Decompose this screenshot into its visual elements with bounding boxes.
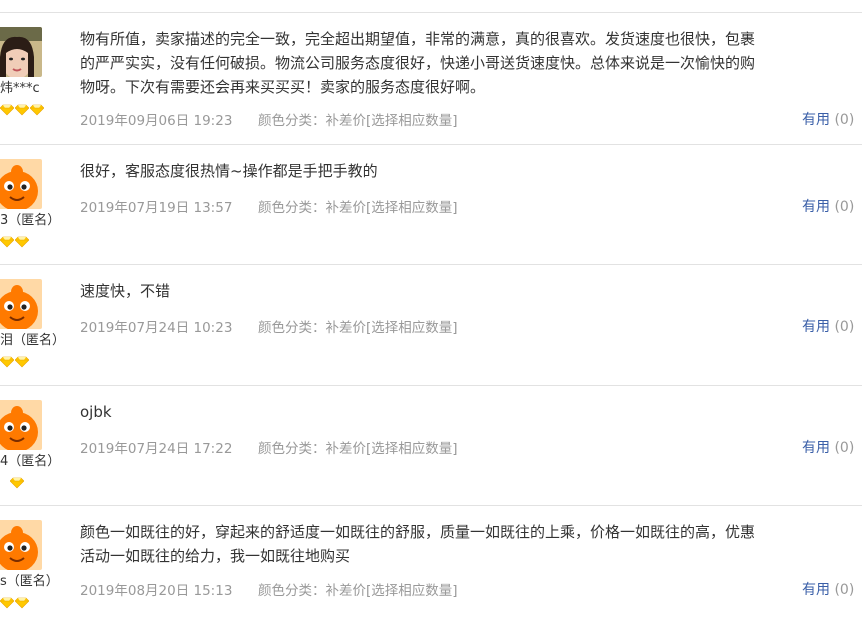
diamond-icon [30, 104, 44, 116]
useful-label: 有用 [802, 582, 830, 598]
diamond-icon [15, 356, 29, 368]
review-content: ojbk [80, 403, 112, 421]
review-content: 物有所值，卖家描述的完全一致，完全超出期望值，非常的满意，真的很喜欢。发货速度也… [80, 30, 756, 96]
diamond-icon [0, 597, 14, 609]
review-item: 泪（匿名） 速度快，不错 2019年07月24日 10:23 颜色分类：补差价[… [0, 264, 862, 384]
review-date: 2019年07月19日 13:57 [80, 200, 233, 216]
diamond-icon [15, 597, 29, 609]
reviewer-name: 3（匿名） [0, 213, 61, 228]
useful-vote-button[interactable]: 有用 (0) [802, 316, 854, 336]
review-item: 炜***c 物有所值，卖家描述的完全一致，完全超出期望值，非常的满意，真的很喜欢… [0, 12, 862, 132]
useful-vote-button[interactable]: 有用 (0) [802, 109, 854, 129]
useful-count: (0) [834, 440, 855, 456]
reviewer-name: s（匿名） [0, 574, 59, 589]
useful-label: 有用 [802, 440, 830, 456]
sku-info: 颜色分类：补差价[选择相应数量] [258, 200, 458, 216]
sku-info: 颜色分类：补差价[选择相应数量] [258, 320, 458, 336]
diamond-icon [0, 356, 14, 368]
user-avatar[interactable] [0, 520, 42, 570]
buyer-rank-diamonds [0, 356, 29, 368]
sku-info: 颜色分类：补差价[选择相应数量] [258, 583, 458, 599]
review-date: 2019年07月24日 10:23 [80, 320, 233, 336]
sku-info: 颜色分类：补差价[选择相应数量] [258, 441, 458, 457]
useful-count: (0) [834, 582, 855, 598]
sku-info: 颜色分类：补差价[选择相应数量] [258, 113, 458, 129]
user-avatar[interactable] [0, 279, 42, 329]
diamond-icon [10, 477, 24, 489]
reviewer-name: 4（匿名） [0, 454, 61, 469]
reviewer-name: 炜***c [0, 81, 40, 96]
user-avatar[interactable] [0, 159, 42, 209]
review-date: 2019年07月24日 17:22 [80, 441, 233, 457]
useful-count: (0) [834, 112, 855, 128]
review-date: 2019年08月20日 15:13 [80, 583, 233, 599]
user-avatar[interactable] [0, 27, 42, 77]
review-content: 速度快，不错 [80, 282, 171, 300]
diamond-icon [0, 236, 14, 248]
default-avatar-icon [0, 279, 42, 329]
default-avatar-icon [0, 520, 42, 570]
useful-label: 有用 [802, 319, 830, 335]
diamond-icon [15, 236, 29, 248]
default-avatar-icon [0, 159, 42, 209]
useful-vote-button[interactable]: 有用 (0) [802, 579, 854, 599]
buyer-rank-diamonds [0, 597, 29, 609]
useful-label: 有用 [802, 199, 830, 215]
useful-label: 有用 [802, 112, 830, 128]
useful-vote-button[interactable]: 有用 (0) [802, 437, 854, 457]
diamond-icon [0, 104, 14, 116]
review-item: s（匿名） 颜色一如既往的好，穿起来的舒适度一如既往的舒服，质量一如既往的上乘，… [0, 505, 862, 625]
buyer-rank-diamonds [10, 477, 24, 489]
useful-count: (0) [834, 199, 855, 215]
review-date: 2019年09月06日 19:23 [80, 113, 233, 129]
review-item: 4（匿名） ojbk 2019年07月24日 17:22 颜色分类：补差价[选择… [0, 385, 862, 505]
default-avatar-icon [0, 400, 42, 450]
useful-vote-button[interactable]: 有用 (0) [802, 196, 854, 216]
buyer-rank-diamonds [0, 104, 44, 116]
review-item: 3（匿名） 很好，客服态度很热情~操作都是手把手教的 2019年07月19日 1… [0, 144, 862, 264]
useful-count: (0) [834, 319, 855, 335]
reviewer-name: 泪（匿名） [0, 333, 66, 348]
review-content: 很好，客服态度很热情~操作都是手把手教的 [80, 162, 378, 180]
diamond-icon [15, 104, 29, 116]
buyer-rank-diamonds [0, 236, 29, 248]
review-content: 颜色一如既往的好，穿起来的舒适度一如既往的舒服，质量一如既往的上乘，价格一如既往… [80, 523, 756, 565]
photo-avatar-icon [0, 27, 42, 77]
user-avatar[interactable] [0, 400, 42, 450]
